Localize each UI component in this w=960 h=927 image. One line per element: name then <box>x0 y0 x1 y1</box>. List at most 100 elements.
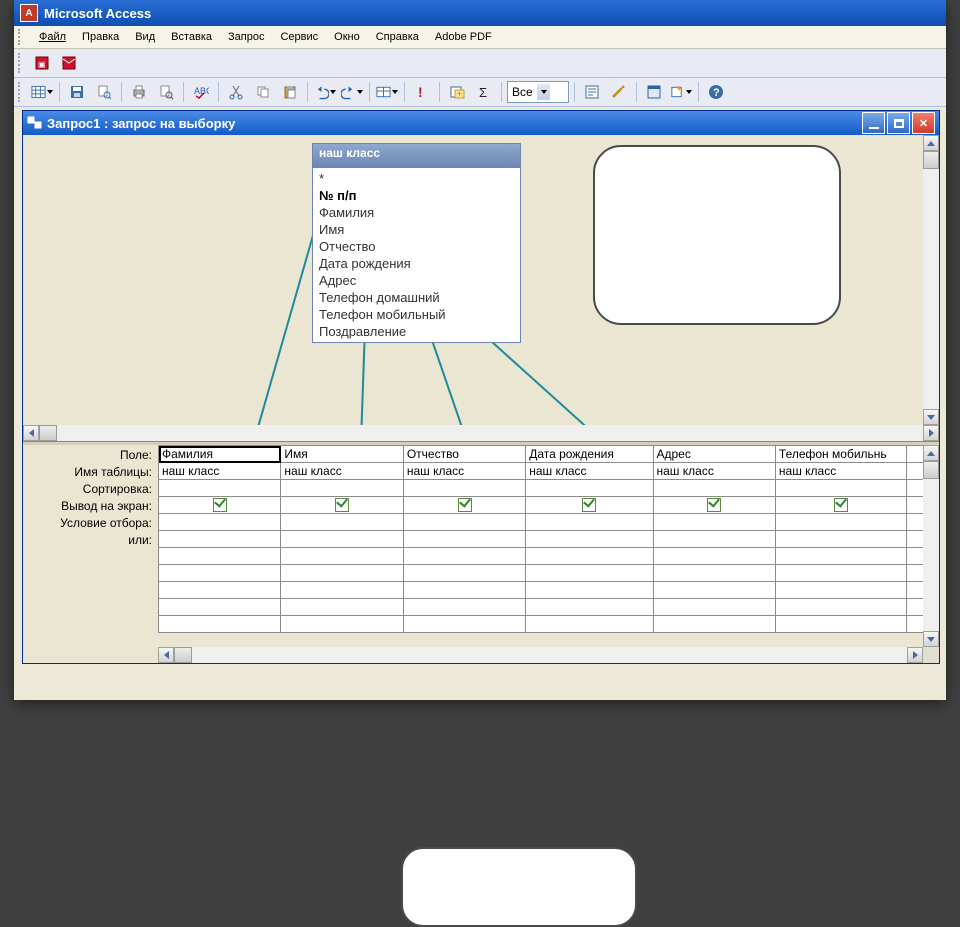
qbe-cell[interactable] <box>653 480 775 497</box>
field-list-item[interactable]: Фамилия <box>317 204 516 221</box>
save-icon[interactable] <box>65 80 89 104</box>
qbe-cell[interactable] <box>653 565 775 582</box>
qbe-cell[interactable] <box>653 616 775 633</box>
qbe-cell[interactable] <box>281 548 403 565</box>
qbe-cell[interactable] <box>403 497 525 514</box>
field-list-title[interactable]: наш класс <box>313 144 520 168</box>
qbe-h-scrollbar[interactable] <box>158 647 923 663</box>
child-title-bar[interactable]: Запрос1 : запрос на выборку <box>23 111 939 135</box>
menu-handle[interactable] <box>18 29 26 45</box>
qbe-cell[interactable] <box>403 514 525 531</box>
qbe-cell[interactable] <box>403 616 525 633</box>
qbe-cell[interactable] <box>653 548 775 565</box>
scroll-v-thumb[interactable] <box>923 151 939 169</box>
qbe-cell[interactable] <box>159 599 281 616</box>
qbe-cell[interactable]: Фамилия <box>159 446 281 463</box>
menu-file[interactable]: Файл <box>32 29 73 45</box>
qbe-cell[interactable] <box>775 565 906 582</box>
qbe-cell[interactable] <box>159 582 281 599</box>
qbe-cell[interactable] <box>775 480 906 497</box>
properties-icon[interactable] <box>580 80 604 104</box>
qbe-cell[interactable] <box>775 599 906 616</box>
qbe-cell[interactable] <box>526 548 653 565</box>
qbe-cell[interactable] <box>159 531 281 548</box>
scroll-h-track[interactable] <box>174 647 907 663</box>
field-list-item[interactable]: Дата рождения <box>317 255 516 272</box>
qbe-cell[interactable] <box>526 514 653 531</box>
qbe-cell[interactable] <box>159 514 281 531</box>
qbe-cell[interactable] <box>653 531 775 548</box>
field-list-item[interactable]: Адрес <box>317 272 516 289</box>
menu-insert[interactable]: Вставка <box>164 29 219 45</box>
menu-help[interactable]: Справка <box>369 29 426 45</box>
qbe-cell[interactable] <box>159 548 281 565</box>
close-button[interactable] <box>912 112 935 134</box>
adobe-pdf-icon[interactable]: ▣ <box>30 51 54 75</box>
show-checkbox[interactable] <box>335 498 349 512</box>
undo-icon[interactable] <box>313 80 337 104</box>
menu-view[interactable]: Вид <box>128 29 162 45</box>
field-list-item[interactable]: Телефон мобильный <box>317 306 516 323</box>
qbe-cell[interactable] <box>281 531 403 548</box>
qbe-cell[interactable]: наш класс <box>403 463 525 480</box>
scroll-v-track[interactable] <box>923 461 939 631</box>
qbe-cell[interactable] <box>526 582 653 599</box>
qbe-cell[interactable] <box>281 514 403 531</box>
field-list-item[interactable]: Имя <box>317 221 516 238</box>
qbe-table[interactable]: ФамилияИмяОтчествоДата рожденияАдресТеле… <box>158 445 939 633</box>
qbe-cell[interactable] <box>526 480 653 497</box>
query-type-icon[interactable] <box>375 80 399 104</box>
file-search-icon[interactable] <box>92 80 116 104</box>
menu-edit[interactable]: Правка <box>75 29 126 45</box>
qbe-cell[interactable] <box>403 548 525 565</box>
scroll-right-button[interactable] <box>923 425 939 441</box>
qbe-cell[interactable] <box>281 497 403 514</box>
totals-icon[interactable]: Σ <box>472 80 496 104</box>
scroll-right-button[interactable] <box>907 647 923 663</box>
upper-v-scrollbar[interactable] <box>923 135 939 425</box>
qbe-cell[interactable] <box>775 582 906 599</box>
help-icon[interactable]: ? <box>704 80 728 104</box>
build-icon[interactable] <box>607 80 631 104</box>
qbe-cell[interactable]: Имя <box>281 446 403 463</box>
qbe-cell[interactable]: наш класс <box>281 463 403 480</box>
field-list-item[interactable]: Телефон домашний <box>317 289 516 306</box>
menu-tools[interactable]: Сервис <box>273 29 325 45</box>
qbe-cell[interactable] <box>526 565 653 582</box>
view-datasheet-icon[interactable] <box>30 80 54 104</box>
paste-icon[interactable] <box>278 80 302 104</box>
toolbar-handle[interactable] <box>18 53 25 73</box>
qbe-cell[interactable] <box>775 616 906 633</box>
qbe-cell[interactable] <box>281 582 403 599</box>
upper-h-scrollbar[interactable] <box>23 425 939 441</box>
qbe-cell[interactable] <box>403 599 525 616</box>
run-icon[interactable]: ! <box>410 80 434 104</box>
qbe-cell[interactable] <box>281 616 403 633</box>
scroll-up-button[interactable] <box>923 135 939 151</box>
scroll-down-button[interactable] <box>923 631 939 647</box>
scroll-left-button[interactable] <box>23 425 39 441</box>
spelling-icon[interactable]: ABC <box>189 80 213 104</box>
field-list-item[interactable]: * <box>317 170 516 187</box>
show-checkbox[interactable] <box>707 498 721 512</box>
field-list[interactable]: наш класс *№ п/пФамилияИмяОтчествоДата р… <box>312 143 521 343</box>
qbe-cell[interactable] <box>526 616 653 633</box>
menu-query[interactable]: Запрос <box>221 29 271 45</box>
qbe-grid[interactable]: ФамилияИмяОтчествоДата рожденияАдресТеле… <box>158 445 939 647</box>
qbe-cell[interactable] <box>653 599 775 616</box>
qbe-cell[interactable] <box>159 497 281 514</box>
top-values-combo[interactable]: Все <box>507 81 569 103</box>
menu-window[interactable]: Окно <box>327 29 367 45</box>
table-pane[interactable]: наш класс *№ п/пФамилияИмяОтчествоДата р… <box>23 135 939 441</box>
qbe-cell[interactable] <box>403 531 525 548</box>
field-list-item[interactable]: Поздравление <box>317 323 516 340</box>
copy-icon[interactable] <box>251 80 275 104</box>
qbe-cell[interactable]: Телефон мобильнь <box>775 446 906 463</box>
qbe-cell[interactable] <box>281 565 403 582</box>
show-table-icon[interactable]: + <box>445 80 469 104</box>
qbe-cell[interactable]: Дата рождения <box>526 446 653 463</box>
redo-icon[interactable] <box>340 80 364 104</box>
print-preview-icon[interactable] <box>154 80 178 104</box>
qbe-cell[interactable]: наш класс <box>159 463 281 480</box>
scroll-left-button[interactable] <box>158 647 174 663</box>
